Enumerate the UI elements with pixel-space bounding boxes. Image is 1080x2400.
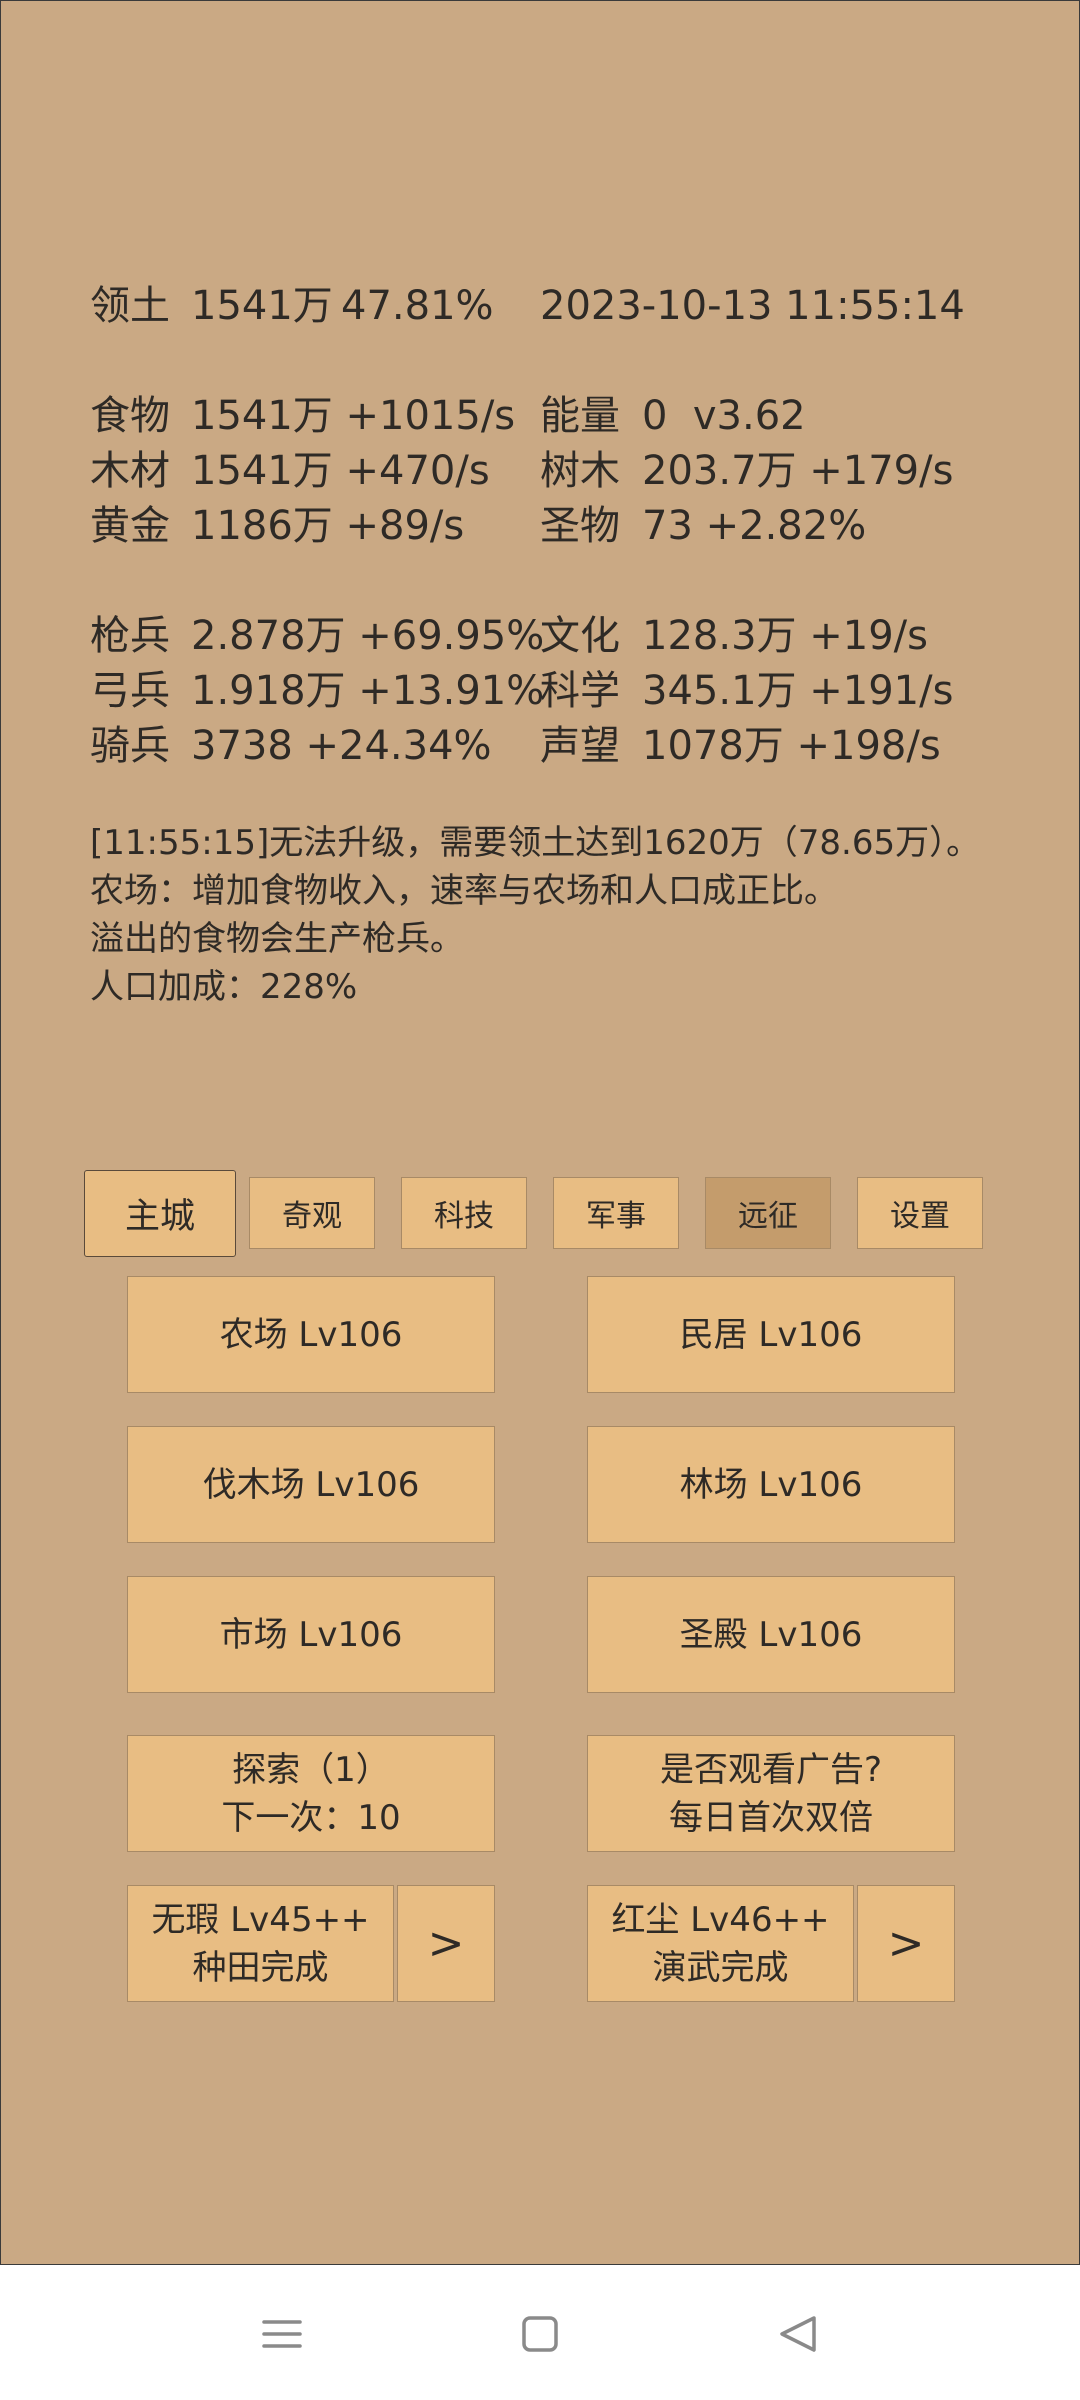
market-button[interactable]: 市场 Lv106	[127, 1576, 495, 1693]
tab-military[interactable]: 军事	[553, 1177, 679, 1249]
housing-button[interactable]: 民居 Lv106	[587, 1276, 955, 1393]
tab-wonders[interactable]: 奇观	[249, 1177, 375, 1249]
datetime: 2023-10-13 11:55:14	[540, 283, 965, 329]
relics-value: 73 +2.82%	[642, 503, 867, 549]
message-farm: 农场：增加食物收入，速率与农场和人口成正比。	[90, 871, 838, 911]
spearmen-label: 枪兵	[90, 613, 170, 659]
lumber-mill-button[interactable]: 伐木场 Lv106	[127, 1426, 495, 1543]
wood-label: 木材	[90, 448, 170, 494]
spearmen-value: 2.878万 +69.95%	[191, 613, 545, 659]
wood-value: 1541万 +470/s	[191, 448, 490, 494]
hero-left-next-arrow: >	[427, 1917, 465, 1969]
food-label: 食物	[90, 393, 170, 439]
housing-button-label: 民居 Lv106	[679, 1314, 863, 1355]
energy-label: 能量	[540, 393, 620, 439]
tab-technology[interactable]: 科技	[401, 1177, 527, 1249]
message-upgrade: [11:55:15]无法升级，需要领土达到1620万（78.65万）。	[90, 823, 981, 863]
back-triangle-icon[interactable]	[774, 2310, 822, 2358]
explore-button-line1: 探索（1）	[232, 1749, 390, 1790]
forest-farm-button-label: 林场 Lv106	[679, 1464, 863, 1505]
hero-right-next-button[interactable]: >	[857, 1885, 955, 2002]
game-screen: 领土 1541万 47.81% 2023-10-13 11:55:14 食物 1…	[0, 0, 1080, 2265]
system-navigation-bar	[0, 2265, 1080, 2400]
hero-left-name: 无瑕 Lv45++	[151, 1899, 370, 1940]
territory-value: 1541万	[191, 283, 333, 329]
watch-ad-button[interactable]: 是否观看广告? 每日首次双倍	[587, 1735, 955, 1852]
farm-button-label: 农场 Lv106	[219, 1314, 403, 1355]
hero-right-name: 红尘 Lv46++	[611, 1899, 830, 1940]
trees-label: 树木	[540, 448, 620, 494]
hero-right-button[interactable]: 红尘 Lv46++ 演武完成	[587, 1885, 854, 2002]
tab-main-city[interactable]: 主城	[84, 1170, 236, 1257]
prestige-value: 1078万 +198/s	[642, 723, 941, 769]
explore-button-line2: 下一次：10	[221, 1797, 401, 1838]
explore-button[interactable]: 探索（1） 下一次：10	[127, 1735, 495, 1852]
culture-label: 文化	[540, 613, 620, 659]
gold-label: 黄金	[90, 503, 170, 549]
food-value: 1541万 +1015/s	[191, 393, 516, 439]
science-label: 科学	[540, 668, 620, 714]
gold-value: 1186万 +89/s	[191, 503, 465, 549]
archers-value: 1.918万 +13.91%	[191, 668, 545, 714]
menu-icon[interactable]	[258, 2310, 306, 2358]
hero-right-next-arrow: >	[887, 1917, 925, 1969]
culture-value: 128.3万 +19/s	[642, 613, 928, 659]
energy-value: 0 v3.62	[642, 393, 806, 439]
territory-label: 领土	[90, 283, 170, 329]
hero-left-button[interactable]: 无瑕 Lv45++ 种田完成	[127, 1885, 394, 2002]
archers-label: 弓兵	[90, 668, 170, 714]
market-button-label: 市场 Lv106	[219, 1614, 403, 1655]
science-value: 345.1万 +191/s	[642, 668, 954, 714]
hero-left-status: 种田完成	[192, 1947, 329, 1988]
tab-expedition[interactable]: 远征	[705, 1177, 831, 1249]
farm-button[interactable]: 农场 Lv106	[127, 1276, 495, 1393]
relics-label: 圣物	[540, 503, 620, 549]
watch-ad-button-line2: 每日首次双倍	[669, 1797, 873, 1838]
lumber-mill-button-label: 伐木场 Lv106	[202, 1464, 420, 1505]
cavalry-value: 3738 +24.34%	[191, 723, 492, 769]
cavalry-label: 骑兵	[90, 723, 170, 769]
message-overflow: 溢出的食物会生产枪兵。	[90, 919, 464, 959]
home-square-icon[interactable]	[516, 2310, 564, 2358]
temple-button-label: 圣殿 Lv106	[679, 1614, 863, 1655]
message-population: 人口加成：228%	[90, 967, 358, 1007]
forest-farm-button[interactable]: 林场 Lv106	[587, 1426, 955, 1543]
watch-ad-button-line1: 是否观看广告?	[659, 1749, 883, 1790]
temple-button[interactable]: 圣殿 Lv106	[587, 1576, 955, 1693]
hero-right-status: 演武完成	[652, 1947, 789, 1988]
territory-percent: 47.81%	[341, 283, 494, 329]
hero-left-next-button[interactable]: >	[397, 1885, 495, 2002]
trees-value: 203.7万 +179/s	[642, 448, 954, 494]
tab-settings[interactable]: 设置	[857, 1177, 983, 1249]
prestige-label: 声望	[540, 723, 620, 769]
